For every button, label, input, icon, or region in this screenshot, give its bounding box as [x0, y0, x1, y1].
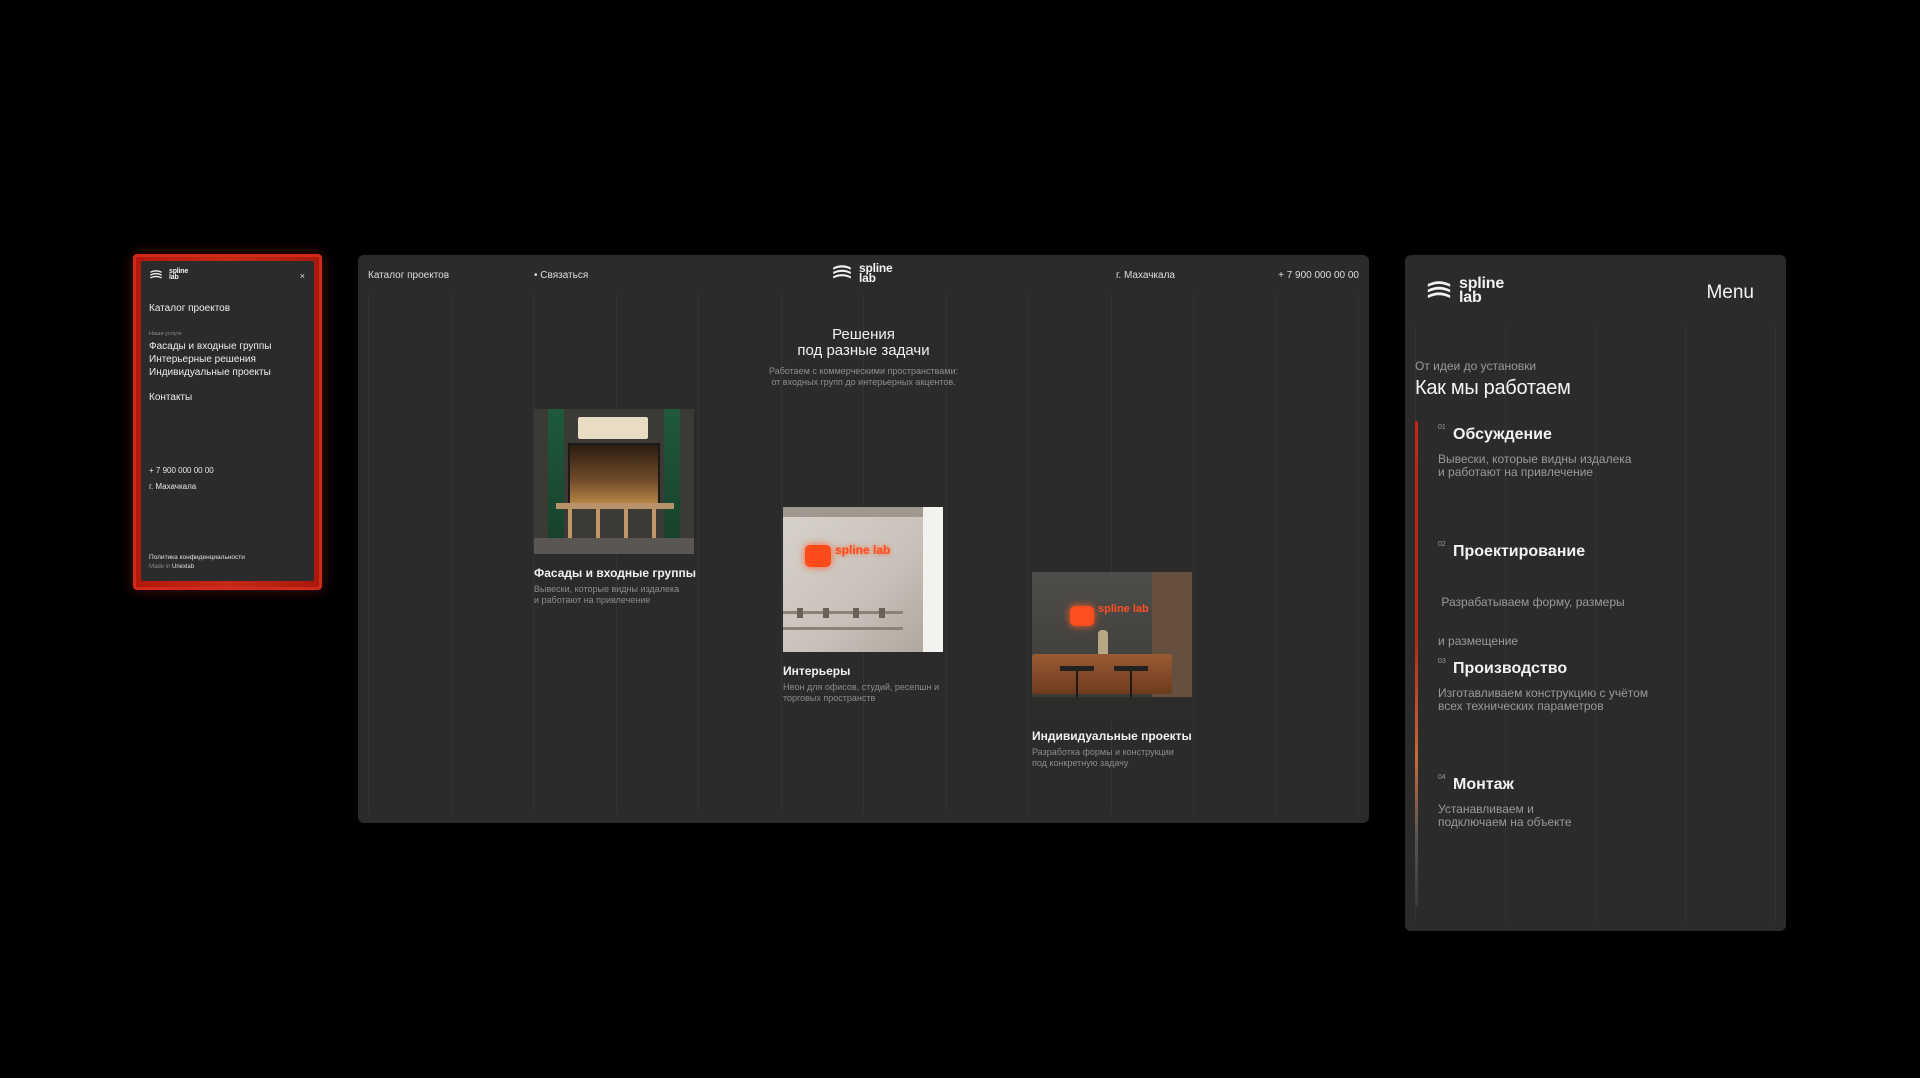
desktop-header: Каталог проектов • Связаться spline lab …: [358, 255, 1369, 293]
section-title-line-2: под разные задачи: [797, 342, 930, 359]
card-description: Неон для офисов, студий, ресепшн и торго…: [783, 682, 945, 704]
spline-logo-icon: [150, 270, 162, 279]
mobile-nav-catalog[interactable]: Каталог проектов: [149, 303, 230, 314]
made-in-link[interactable]: Unexlab: [172, 564, 194, 570]
card-facades[interactable]: Фасады и входные группы Вывески, которые…: [534, 409, 696, 606]
step-description: Устанавливаем и подключаем на объекте: [1438, 803, 1688, 829]
nav-catalog-link[interactable]: Каталог проектов: [368, 270, 449, 281]
nav-phone-link[interactable]: + 7 900 000 00 00: [1278, 270, 1359, 281]
card-description-line-2: под конкретную задачу: [1032, 758, 1129, 768]
step-design: 02 Проектирование Разрабатываем форму, р…: [1438, 541, 1688, 674]
process-title: Как мы работаем: [1415, 377, 1571, 399]
menu-button[interactable]: Menu: [1706, 282, 1754, 304]
card-description-line-1: Вывески, которые видны издалека: [534, 584, 680, 594]
process-panel: spline lab Menu От идеи до установки Как…: [1405, 255, 1786, 931]
nav-city: г. Махачкала: [1116, 270, 1175, 281]
step-description-line-2: и работают на привлечение: [1438, 465, 1594, 479]
interior-photo: spline lab: [783, 507, 943, 652]
desktop-solutions-panel: Каталог проектов • Связаться spline lab …: [358, 255, 1369, 823]
privacy-policy-link[interactable]: Политика конфиденциальности: [149, 554, 245, 561]
step-title: Обсуждение: [1453, 426, 1552, 443]
mobile-menu-frame: spline lab × Каталог проектов Наши услуг…: [133, 254, 322, 590]
step-title: Монтаж: [1453, 776, 1514, 793]
section-title-line-1: Решения: [832, 326, 895, 343]
card-interiors[interactable]: spline lab Интерьеры Неон для офисов, ст…: [783, 507, 945, 704]
step-description-line-1: Разрабатываем форму, размеры: [1438, 595, 1625, 609]
mobile-service-facades[interactable]: Фасады и входные группы: [149, 340, 271, 353]
logo-line-2: lab: [169, 274, 179, 281]
step-number: 02: [1438, 541, 1446, 548]
process-caption: От идеи до установки: [1415, 359, 1537, 373]
mobile-services-list: Фасады и входные группы Интерьерные реше…: [149, 340, 271, 379]
step-description-line-2: всех технических параметров: [1438, 699, 1604, 713]
photo-neon-text: spline lab: [1098, 603, 1149, 615]
facade-photo: [534, 409, 694, 554]
section-subtitle-line-1: Работаем с коммерческими пространствами:: [768, 366, 958, 376]
step-description: Разрабатываем форму, размеры и размещени…: [1438, 570, 1688, 674]
mobile-city: г. Махачкала: [149, 482, 197, 491]
logo-line-2: lab: [1459, 288, 1482, 306]
card-description-line-1: Неон для офисов, студий, ресепшн и: [783, 682, 940, 692]
card-description-line-2: торговых пространств: [783, 693, 876, 703]
card-custom-projects[interactable]: spline lab Индивидуальные проекты Разраб…: [1032, 572, 1194, 769]
step-number: 03: [1438, 658, 1446, 665]
card-title: Фасады и входные группы: [534, 566, 696, 580]
nav-contact-link[interactable]: • Связаться: [534, 270, 588, 281]
card-description-line-1: Разработка формы и конструкции: [1032, 747, 1174, 757]
card-title: Индивидуальные проекты: [1032, 729, 1192, 743]
step-number: 01: [1438, 424, 1446, 431]
desktop-logo[interactable]: spline lab: [831, 262, 893, 286]
mobile-nav-contacts[interactable]: Контакты: [149, 392, 192, 403]
mobile-logo[interactable]: spline lab: [149, 268, 306, 281]
photo-neon-text: spline lab: [835, 543, 891, 557]
spline-logo-icon: [1427, 280, 1451, 298]
process-logo[interactable]: spline lab: [1425, 276, 1504, 306]
step-description-line-2: подключаем на объекте: [1438, 815, 1572, 829]
mobile-phone-link[interactable]: + 7 900 000 00 00: [149, 466, 214, 475]
mobile-service-interiors[interactable]: Интерьерные решения: [149, 353, 271, 366]
step-title: Проектирование: [1453, 543, 1586, 560]
made-in-prefix: Made in: [149, 564, 173, 570]
step-description: Вывески, которые видны издалека и работа…: [1438, 453, 1688, 479]
mobile-menu-panel: spline lab × Каталог проектов Наши услуг…: [141, 261, 314, 581]
card-description-line-2: и работают на привлечение: [534, 595, 651, 605]
cafe-photo: spline lab: [1032, 572, 1192, 717]
made-in-credit: Made in Unexlab: [149, 564, 194, 570]
section-subtitle-line-2: от входных групп до интерьерных акцентов…: [771, 377, 956, 387]
step-discussion: 01 Обсуждение Вывески, которые видны изд…: [1438, 424, 1688, 479]
step-installation: 04 Монтаж Устанавливаем и подключаем на …: [1438, 774, 1688, 829]
mobile-service-custom[interactable]: Индивидуальные проекты: [149, 366, 271, 379]
step-number: 04: [1438, 774, 1446, 781]
section-title: Решения под разные задачи: [358, 327, 1369, 359]
progress-rail: [1415, 421, 1418, 906]
card-title: Интерьеры: [783, 664, 851, 678]
step-production: 03 Производство Изготавливаем конструкци…: [1438, 658, 1688, 713]
step-title: Производство: [1453, 660, 1568, 677]
step-description-line-2: и размещение: [1438, 634, 1519, 648]
spline-logo-icon: [833, 265, 851, 279]
logo-line-2: lab: [859, 271, 876, 286]
close-icon[interactable]: ×: [300, 271, 305, 281]
step-description: Изготавливаем конструкцию с учётом всех …: [1438, 687, 1688, 713]
section-subtitle: Работаем с коммерческими пространствами:…: [358, 366, 1369, 388]
mobile-services-caption: Наши услуги: [149, 331, 182, 337]
card-description: Вывески, которые видны издалека и работа…: [534, 584, 696, 606]
card-description: Разработка формы и конструкции под конкр…: [1032, 747, 1194, 769]
